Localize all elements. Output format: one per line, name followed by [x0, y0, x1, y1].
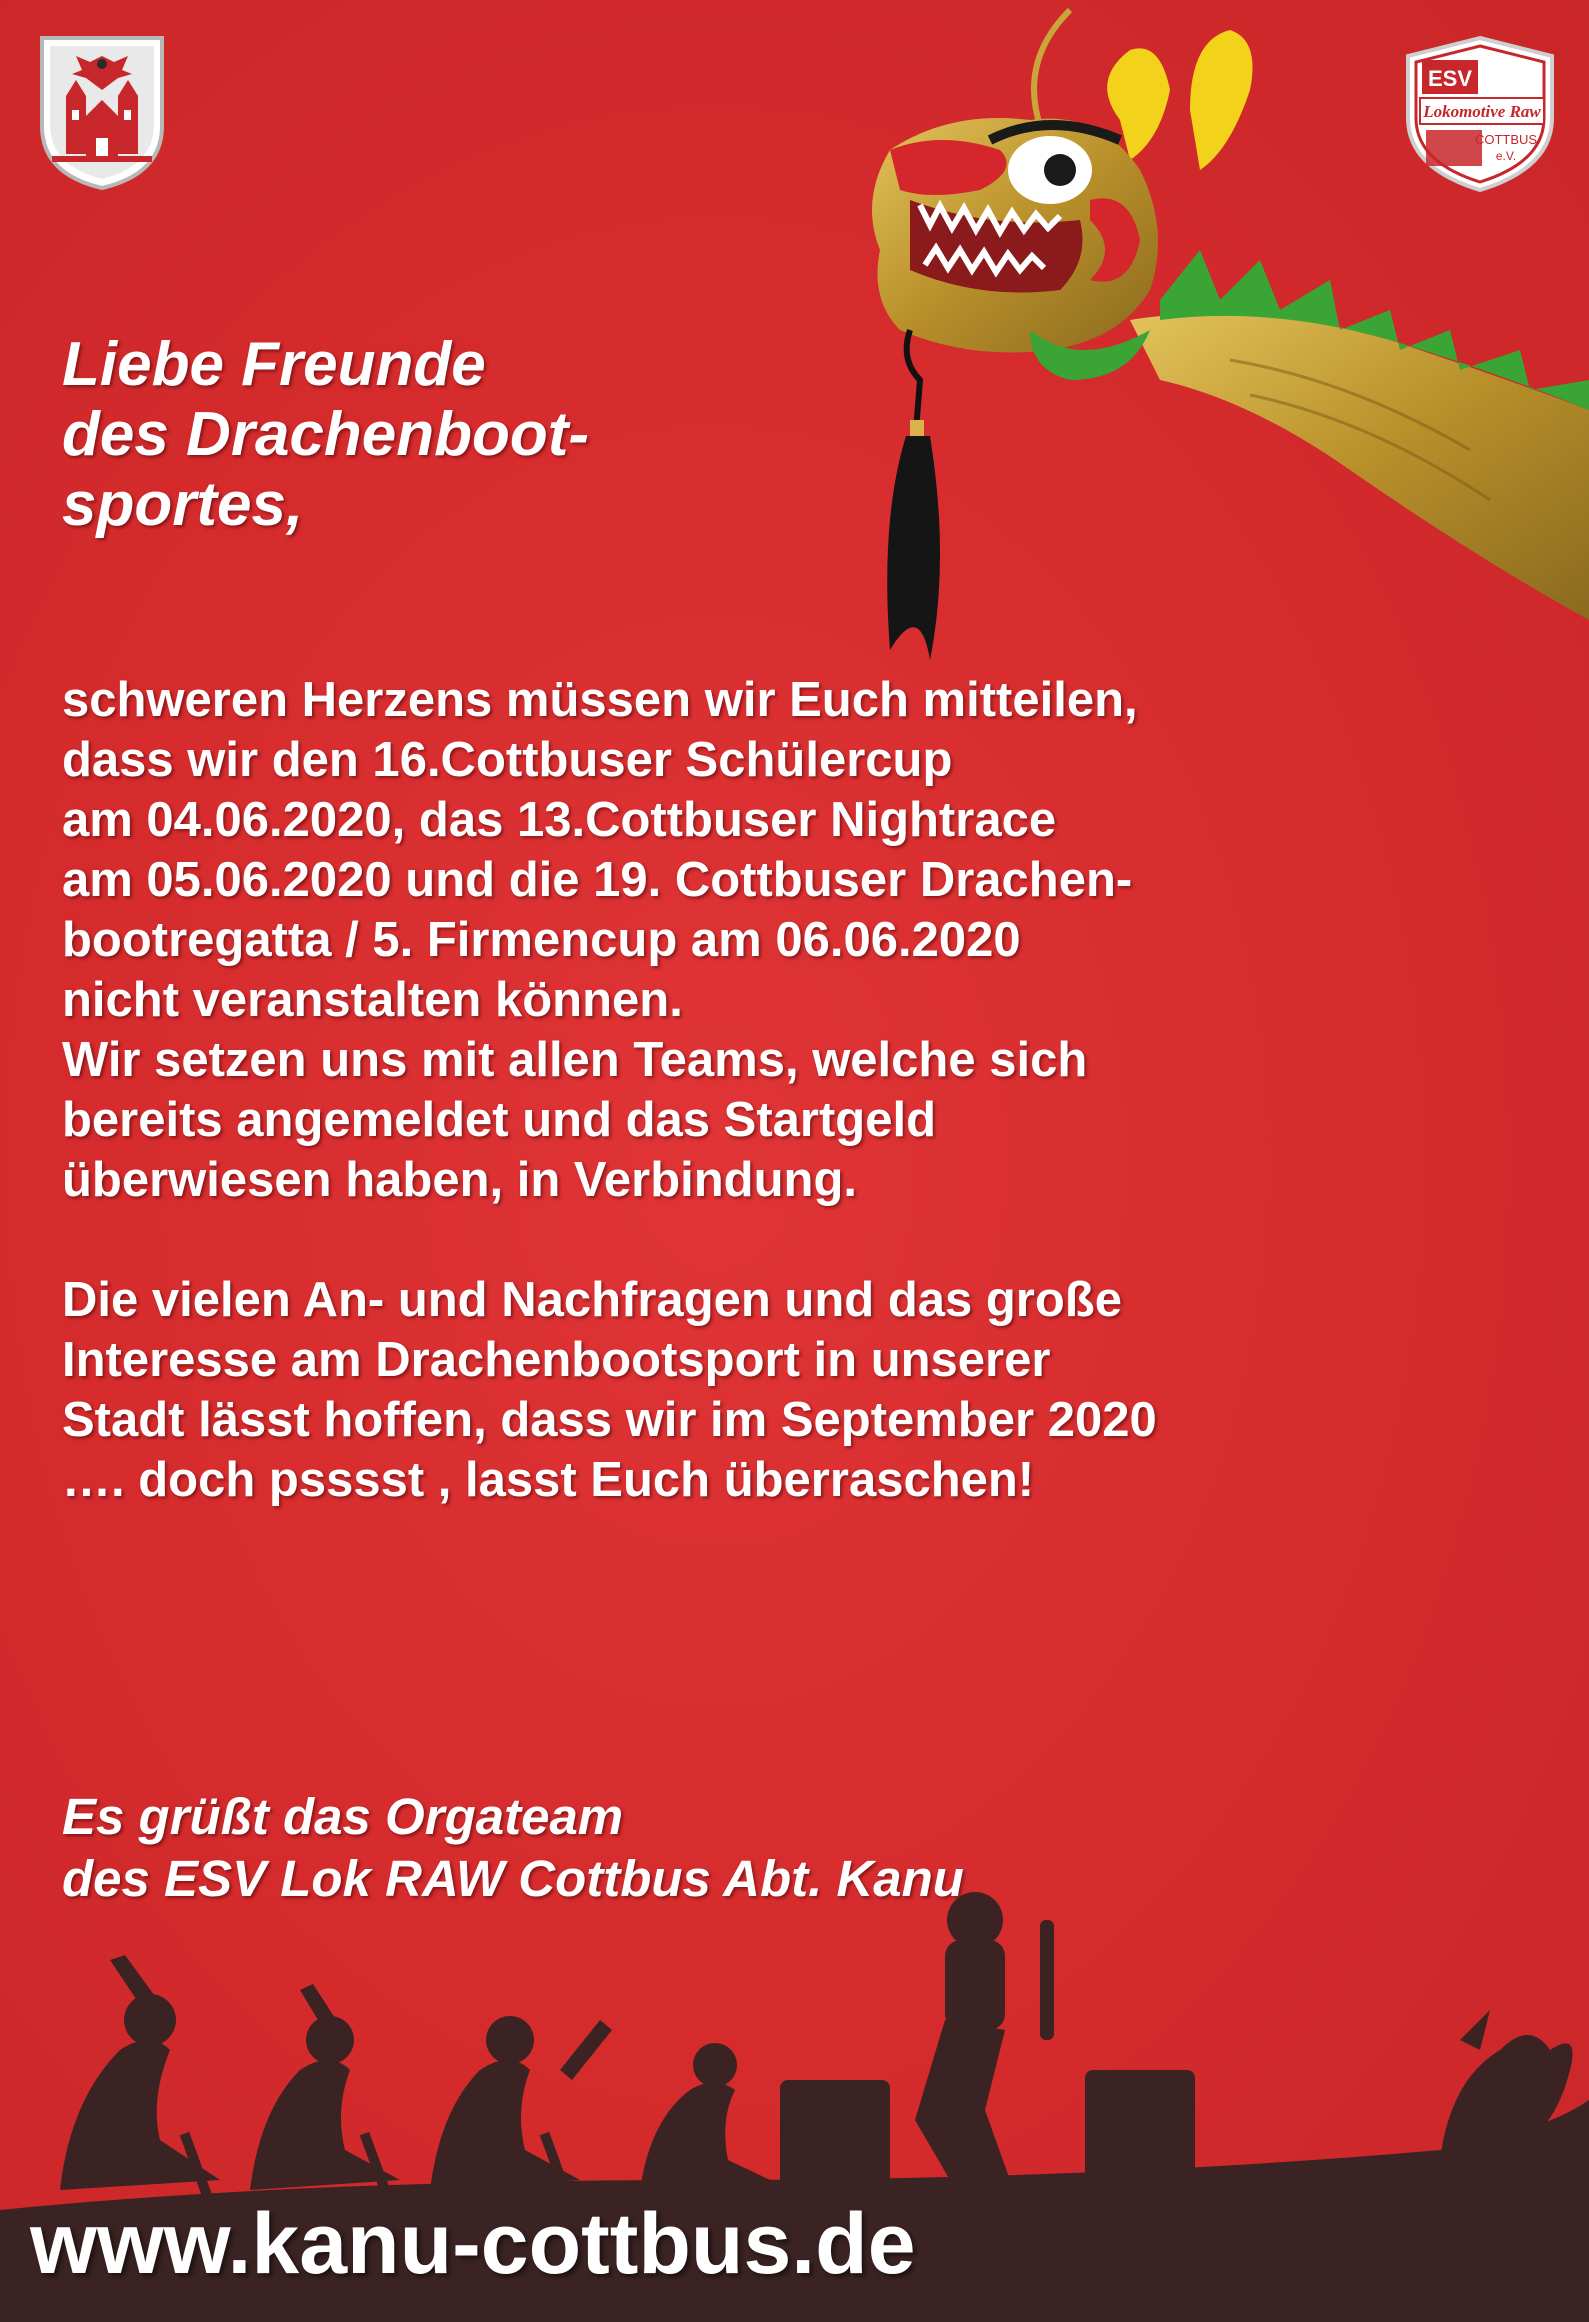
website-url[interactable]: www.kanu-cottbus.de — [30, 2194, 916, 2294]
poster: ESV Lokomotive Raw COTTBUS e.V. Liebe Fr… — [0, 0, 1589, 2322]
body-line: überwiesen haben, in Verbindung. — [62, 1153, 858, 1207]
heading-line: sportes, — [62, 470, 304, 539]
body-line: am 04.06.2020, das 13.Cottbuser Nightrac… — [62, 793, 1057, 847]
cottbus-coat-of-arms-icon — [40, 36, 164, 191]
body-line: Die vielen An- und Nachfragen und das gr… — [62, 1273, 1122, 1327]
greeting-line: Es grüßt das Orgateam — [62, 1788, 624, 1845]
body-line: Wir setzen uns mit allen Teams, welche s… — [62, 1033, 1088, 1087]
body-line: Stadt lässt hoffen, dass wir im Septembe… — [62, 1393, 1157, 1447]
body-line: Interesse am Drachenbootsport in unserer — [62, 1333, 1051, 1387]
body-line: bereits angemeldet und das Startgeld — [62, 1093, 937, 1147]
announcement-body: schweren Herzens müssen wir Euch mitteil… — [62, 670, 1572, 1510]
body-line: dass wir den 16.Cottbuser Schülercup — [62, 733, 953, 787]
body-line: am 05.06.2020 und die 19. Cottbuser Drac… — [62, 853, 1133, 907]
body-line: bootregatta / 5. Firmencup am 06.06.2020 — [62, 913, 1021, 967]
greeting-heading: Liebe Freunde des Drachenboot- sportes, — [62, 330, 589, 540]
heading-line: Liebe Freunde — [62, 330, 486, 399]
body-line: …. doch psssst , lasst Euch überraschen! — [62, 1453, 1035, 1507]
body-line: nicht veranstalten können. — [62, 973, 683, 1027]
heading-line: des Drachenboot- — [62, 400, 590, 469]
body-line: schweren Herzens müssen wir Euch mitteil… — [62, 673, 1138, 727]
dragon-head-illustration — [872, 7, 1589, 660]
